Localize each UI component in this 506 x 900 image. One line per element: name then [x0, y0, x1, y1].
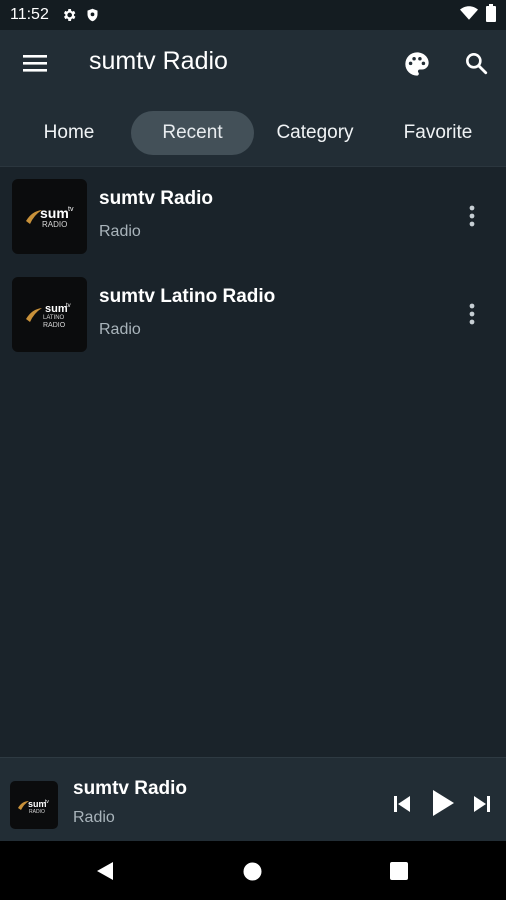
- shield-icon: [85, 7, 100, 23]
- skip-previous-icon[interactable]: [392, 794, 412, 819]
- svg-text:RADIO: RADIO: [42, 220, 67, 229]
- skip-next-icon[interactable]: [472, 794, 492, 819]
- svg-text:tv: tv: [45, 799, 49, 805]
- list-item[interactable]: sum tv LATINO RADIO sumtv Latino Radio R…: [0, 265, 506, 363]
- svg-text:sum: sum: [28, 799, 47, 809]
- status-time: 11:52: [10, 6, 49, 23]
- svg-text:RADIO: RADIO: [43, 322, 66, 329]
- menu-icon[interactable]: [22, 52, 48, 74]
- more-vert-icon[interactable]: [460, 301, 484, 327]
- app-title: sumtv Radio: [89, 47, 228, 75]
- more-vert-icon[interactable]: [460, 203, 484, 229]
- app-bar: sumtv Radio: [0, 30, 506, 96]
- svg-text:sum: sum: [45, 303, 68, 315]
- tab-bar: Home Recent Category Favorite: [0, 96, 506, 167]
- station-type: Radio: [99, 321, 141, 338]
- battery-icon: [486, 3, 496, 27]
- status-bar: 11:52: [0, 0, 506, 30]
- player-logo: sum tv RADIO: [10, 781, 58, 829]
- station-type: Radio: [99, 223, 141, 240]
- back-icon[interactable]: [95, 861, 115, 886]
- tab-recent[interactable]: Recent: [131, 111, 254, 155]
- recents-icon[interactable]: [390, 862, 408, 885]
- svg-text:RADIO: RADIO: [29, 809, 45, 815]
- svg-text:sum: sum: [40, 205, 69, 221]
- svg-text:tv: tv: [66, 303, 71, 309]
- tab-home[interactable]: Home: [22, 111, 116, 155]
- settings-gear-icon: [61, 7, 77, 23]
- svg-text:LATINO: LATINO: [43, 315, 65, 321]
- player-station-name: sumtv Radio: [73, 778, 188, 799]
- tab-category[interactable]: Category: [262, 111, 368, 155]
- search-icon[interactable]: [463, 50, 491, 78]
- tab-favorite[interactable]: Favorite: [388, 111, 488, 155]
- mini-player[interactable]: sum tv RADIO sumtv Radio Radio: [0, 757, 506, 842]
- play-icon[interactable]: [430, 789, 456, 822]
- svg-text:tv: tv: [68, 206, 74, 213]
- station-name: sumtv Radio: [99, 188, 214, 209]
- home-icon[interactable]: [243, 862, 262, 886]
- station-logo: sum tv LATINO RADIO: [12, 277, 87, 352]
- player-station-type: Radio: [73, 809, 115, 826]
- wifi-icon: [460, 5, 478, 26]
- station-logo: sum tv RADIO: [12, 179, 87, 254]
- system-nav-bar: [0, 841, 506, 900]
- station-name: sumtv Latino Radio: [99, 286, 276, 307]
- list-item[interactable]: sum tv RADIO sumtv Radio Radio: [0, 167, 506, 265]
- palette-icon[interactable]: [403, 50, 431, 78]
